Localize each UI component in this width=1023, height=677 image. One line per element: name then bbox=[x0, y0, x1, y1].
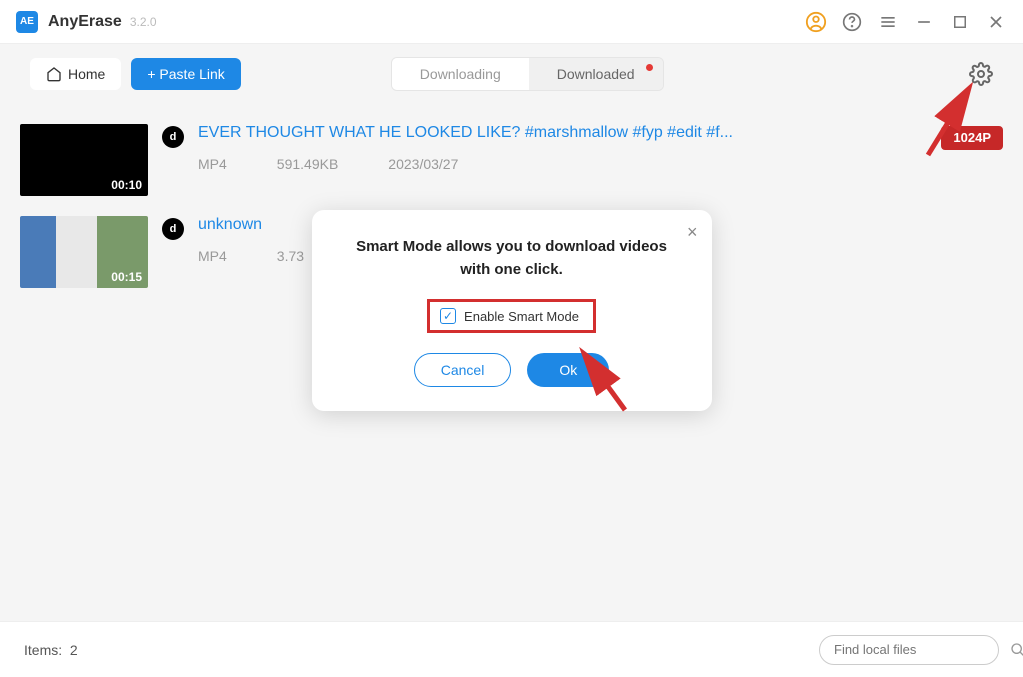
search-input[interactable] bbox=[834, 642, 1010, 657]
paste-link-button[interactable]: + Paste Link bbox=[131, 58, 240, 90]
tab-downloaded[interactable]: Downloaded bbox=[529, 58, 663, 90]
search-icon bbox=[1010, 642, 1023, 658]
tiktok-icon: d bbox=[162, 218, 184, 240]
notification-dot bbox=[646, 64, 653, 71]
menu-icon[interactable] bbox=[877, 11, 899, 33]
paste-link-label: + Paste Link bbox=[147, 66, 224, 82]
video-format: MP4 bbox=[198, 156, 227, 172]
video-thumbnail[interactable]: 00:15 bbox=[20, 216, 148, 288]
modal-close-button[interactable]: × bbox=[687, 222, 698, 243]
app-version: 3.2.0 bbox=[130, 15, 157, 29]
cancel-button[interactable]: Cancel bbox=[414, 353, 512, 387]
tab-downloading[interactable]: Downloading bbox=[392, 58, 529, 90]
settings-icon[interactable] bbox=[969, 62, 993, 86]
enable-smart-mode-option[interactable]: ✓ Enable Smart Mode bbox=[427, 299, 596, 333]
quality-badge: 1024P bbox=[941, 126, 1003, 150]
home-button[interactable]: Home bbox=[30, 58, 121, 90]
app-name: AnyErase bbox=[48, 13, 122, 31]
help-icon[interactable] bbox=[841, 11, 863, 33]
footer: Items: 2 bbox=[0, 621, 1023, 677]
video-date: 2023/03/27 bbox=[388, 156, 458, 172]
download-tabs: Downloading Downloaded bbox=[391, 57, 664, 91]
minimize-icon[interactable] bbox=[913, 11, 935, 33]
items-count: Items: 2 bbox=[24, 642, 78, 658]
video-size: 591.49KB bbox=[277, 156, 339, 172]
modal-message: Smart Mode allows you to download videos… bbox=[342, 236, 682, 281]
search-box[interactable] bbox=[819, 635, 999, 665]
maximize-icon[interactable] bbox=[949, 11, 971, 33]
video-duration: 00:10 bbox=[111, 178, 142, 192]
smart-mode-checkbox[interactable]: ✓ bbox=[440, 308, 456, 324]
close-icon[interactable] bbox=[985, 11, 1007, 33]
video-thumbnail[interactable]: 00:10 bbox=[20, 124, 148, 196]
video-size: 3.73 bbox=[277, 248, 304, 264]
toolbar: Home + Paste Link Downloading Downloaded bbox=[0, 44, 1023, 104]
video-duration: 00:15 bbox=[111, 270, 142, 284]
smart-mode-label: Enable Smart Mode bbox=[464, 309, 579, 324]
download-item: 00:10 d EVER THOUGHT WHAT HE LOOKED LIKE… bbox=[20, 114, 1003, 206]
ok-button[interactable]: Ok bbox=[527, 353, 609, 387]
home-label: Home bbox=[68, 66, 105, 82]
tiktok-icon: d bbox=[162, 126, 184, 148]
video-title[interactable]: EVER THOUGHT WHAT HE LOOKED LIKE? #marsh… bbox=[198, 124, 748, 142]
titlebar: AE AnyErase 3.2.0 bbox=[0, 0, 1023, 44]
user-icon[interactable] bbox=[805, 11, 827, 33]
video-format: MP4 bbox=[198, 248, 227, 264]
smart-mode-modal: × Smart Mode allows you to download vide… bbox=[312, 210, 712, 411]
app-logo: AE bbox=[16, 11, 38, 33]
home-icon bbox=[46, 66, 62, 82]
